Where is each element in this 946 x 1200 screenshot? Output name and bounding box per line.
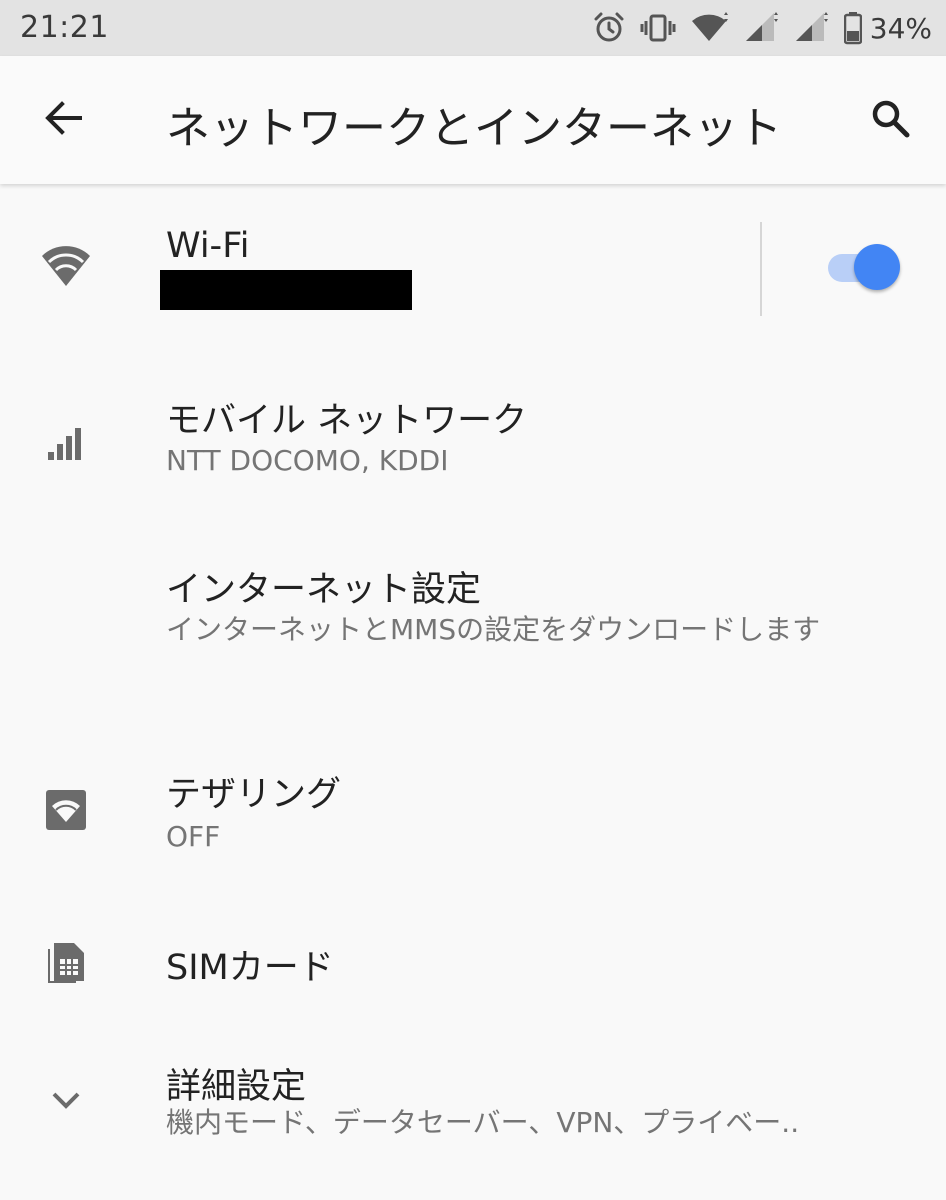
wifi-toggle[interactable]: [828, 240, 904, 296]
wifi-title: Wi-Fi: [166, 226, 250, 266]
signal-icon: [744, 11, 780, 45]
page-title: ネットワークとインターネット: [166, 103, 782, 154]
mobile-network-title: モバイル ネットワーク: [166, 401, 528, 441]
status-icons: 34%: [592, 8, 932, 48]
toggle-thumb: [854, 244, 900, 290]
tethering-title: テザリング: [166, 775, 342, 815]
sim-card-title: SIMカード: [166, 948, 334, 988]
vibrate-icon: [640, 11, 676, 45]
signal-icon: [794, 11, 830, 45]
tethering-summary: OFF: [166, 820, 221, 853]
list-item-sim-card[interactable]: SIMカード: [0, 919, 946, 1029]
redacted-network-name: [160, 270, 412, 310]
status-time: 21:21: [20, 10, 109, 45]
divider: [760, 222, 762, 316]
advanced-summary: 機内モード、データセーバー、VPN、プライベー..: [166, 1106, 800, 1139]
app-bar: ネットワークとインターネット: [0, 56, 946, 184]
wifi-icon: [36, 236, 96, 296]
battery-icon: [843, 11, 862, 45]
chevron-down-icon: [36, 1070, 96, 1130]
status-bar: 21:21 34%: [0, 0, 946, 56]
advanced-title: 詳細設定: [166, 1067, 307, 1107]
list-item-advanced[interactable]: 詳細設定 機内モード、データセーバー、VPN、プライベー..: [0, 1044, 946, 1164]
search-icon: [869, 97, 911, 143]
internet-settings-summary: インターネットとMMSの設定をダウンロードします: [166, 613, 821, 646]
tethering-icon: [36, 780, 96, 840]
list-item-internet-settings[interactable]: インターネット設定 インターネットとMMSの設定をダウンロードします: [0, 549, 946, 699]
internet-settings-title: インターネット設定: [166, 570, 482, 610]
search-button[interactable]: [854, 84, 926, 156]
signal-icon: [36, 410, 96, 470]
back-button[interactable]: [28, 84, 100, 156]
sim-card-icon: [36, 933, 96, 993]
list-item-tethering[interactable]: テザリング OFF: [0, 754, 946, 884]
mobile-network-summary: NTT DOCOMO, KDDI: [166, 444, 449, 477]
alarm-icon: [592, 11, 626, 45]
arrow-back-icon: [44, 98, 84, 142]
wifi-icon: [690, 11, 730, 45]
list-item-mobile-network[interactable]: モバイル ネットワーク NTT DOCOMO, KDDI: [0, 374, 946, 514]
list-item-wifi[interactable]: Wi-Fi: [0, 204, 946, 354]
battery-percent: 34%: [869, 11, 932, 45]
